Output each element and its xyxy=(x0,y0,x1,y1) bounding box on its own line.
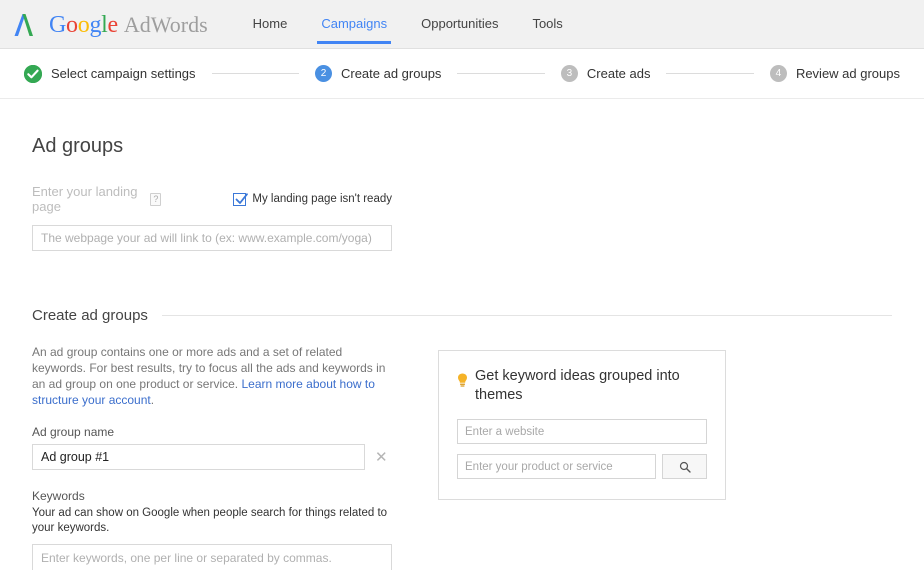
adwords-logo-icon xyxy=(14,12,44,38)
create-ad-groups-section-header: Create ad groups xyxy=(32,307,892,324)
step-connector-1 xyxy=(212,73,299,74)
help-question-icon[interactable]: ? xyxy=(150,193,161,206)
keyword-ideas-column: Get keyword ideas grouped into themes xyxy=(438,324,726,500)
step-2-number-badge: 2 xyxy=(315,65,332,82)
close-x-icon[interactable]: ✕ xyxy=(375,450,388,465)
keyword-ideas-header: Get keyword ideas grouped into themes xyxy=(457,367,707,405)
step-review-ad-groups[interactable]: 4 Review ad groups xyxy=(770,65,900,82)
ad-group-name-label: Ad group name xyxy=(32,425,392,439)
landing-not-ready-checkbox[interactable]: My landing page isn't ready xyxy=(233,193,392,206)
create-ad-groups-title: Create ad groups xyxy=(32,307,148,324)
landing-page-label: Enter your landing page xyxy=(32,184,143,214)
step-connector-3 xyxy=(666,73,753,74)
ad-group-name-row: ✕ xyxy=(32,444,392,470)
ad-group-description-tail: . xyxy=(151,393,154,407)
nav-item-tools[interactable]: Tools xyxy=(532,16,562,44)
ad-group-name-input[interactable] xyxy=(32,444,365,470)
page-content: Ad groups Enter your landing page ? My l… xyxy=(0,135,924,570)
step-create-ad-groups[interactable]: 2 Create ad groups xyxy=(315,65,441,82)
product-search-row xyxy=(457,454,707,479)
step-1-label: Select campaign settings xyxy=(51,66,196,81)
create-ad-groups-body: An ad group contains one or more ads and… xyxy=(32,324,892,570)
nav-item-opportunities[interactable]: Opportunities xyxy=(421,16,498,44)
keyword-ideas-card: Get keyword ideas grouped into themes xyxy=(438,350,726,500)
keywords-label: Keywords xyxy=(32,489,392,503)
checkbox-box[interactable] xyxy=(233,193,246,206)
step-1-complete-icon xyxy=(24,65,42,83)
top-navigation-bar: Google AdWords Home Campaigns Opportunit… xyxy=(0,0,924,49)
keyword-ideas-title: Get keyword ideas grouped into themes xyxy=(475,367,707,405)
search-icon xyxy=(679,461,691,473)
main-nav: Home Campaigns Opportunities Tools xyxy=(253,0,597,49)
keywords-textarea[interactable] xyxy=(32,544,392,570)
lightbulb-icon xyxy=(457,373,468,388)
checkmark-icon xyxy=(234,192,249,207)
section-divider xyxy=(162,315,892,316)
step-3-number-badge: 3 xyxy=(561,65,578,82)
page-title: Ad groups xyxy=(32,135,892,158)
keywords-help-text: Your ad can show on Google when people s… xyxy=(32,506,392,536)
ad-group-form-column: An ad group contains one or more ads and… xyxy=(32,324,392,570)
step-2-label: Create ad groups xyxy=(341,66,441,81)
landing-page-input[interactable] xyxy=(32,225,392,251)
product-name-label: AdWords xyxy=(124,12,208,38)
step-select-campaign-settings[interactable]: Select campaign settings xyxy=(24,65,196,83)
keyword-search-button[interactable] xyxy=(662,454,707,479)
campaign-setup-stepper: Select campaign settings 2 Create ad gro… xyxy=(0,49,924,99)
ad-group-description: An ad group contains one or more ads and… xyxy=(32,344,392,408)
step-create-ads[interactable]: 3 Create ads xyxy=(561,65,651,82)
step-connector-2 xyxy=(457,73,544,74)
website-input[interactable] xyxy=(457,419,707,444)
step-3-label: Create ads xyxy=(587,66,651,81)
nav-item-campaigns[interactable]: Campaigns xyxy=(321,16,387,44)
step-4-label: Review ad groups xyxy=(796,66,900,81)
checkbox-label: My landing page isn't ready xyxy=(252,193,392,205)
nav-item-home[interactable]: Home xyxy=(253,16,288,44)
brand-logo[interactable]: Google AdWords xyxy=(14,8,208,42)
landing-page-row: Enter your landing page ? My landing pag… xyxy=(32,184,392,214)
google-wordmark: Google xyxy=(49,12,118,38)
product-or-service-input[interactable] xyxy=(457,454,656,479)
step-4-number-badge: 4 xyxy=(770,65,787,82)
